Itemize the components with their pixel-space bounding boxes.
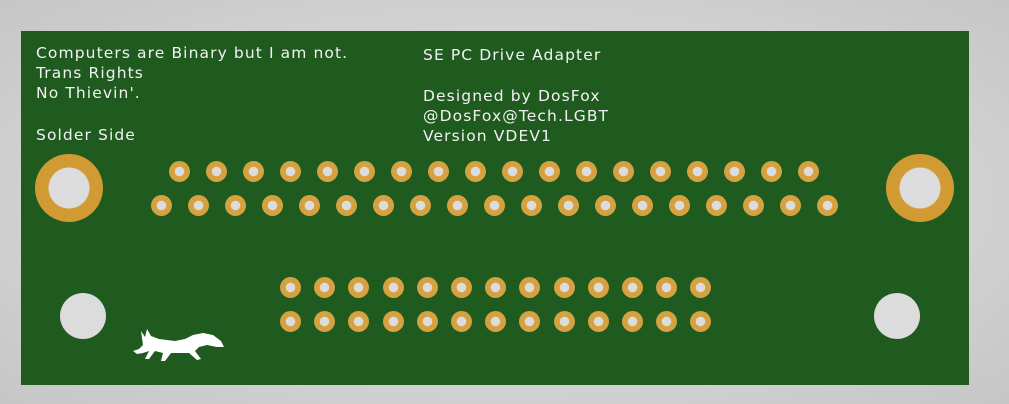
header-pin-pad [485, 311, 507, 332]
connector-pad [632, 195, 653, 216]
slogan-text: Computers are Binary but I am not. Trans… [36, 43, 348, 103]
fox-logo-icon [133, 329, 224, 361]
connector-pad [595, 195, 616, 216]
left-plated-mounting-hole [35, 154, 103, 222]
header-pin-pad [587, 311, 609, 332]
side-label: Solder Side [36, 126, 136, 144]
header-pin-pad [314, 311, 336, 332]
connector-pad [650, 161, 671, 182]
slogan-line-1: Computers are Binary but I am not. [36, 44, 349, 62]
header-pin-pad [348, 311, 370, 332]
header-pin-pad [519, 277, 541, 298]
connector-pad [428, 161, 449, 182]
connector-pad [465, 161, 486, 182]
board-title: SE PC Drive Adapter [423, 46, 602, 64]
connector-pad [724, 161, 745, 182]
header-pin-pad [690, 311, 712, 332]
header-pin-pad [587, 277, 609, 298]
left-mounting-hole [60, 293, 106, 339]
header-pin-pad [416, 277, 438, 298]
connector-pad [687, 161, 708, 182]
connector-pad [280, 161, 301, 182]
credits-line-1: Designed by DosFox [423, 87, 601, 105]
header-pin-pad [553, 311, 575, 332]
connector-pad [539, 161, 560, 182]
connector-pad [706, 195, 727, 216]
connector-pad [521, 195, 542, 216]
credits-text: Designed by DosFox @DosFox@Tech.LGBT Ver… [423, 86, 609, 146]
header-pin-pad [553, 277, 575, 298]
header-pin-pad [656, 311, 678, 332]
connector-pad [354, 161, 375, 182]
credits-line-2: @DosFox@Tech.LGBT [423, 107, 610, 125]
connector-pad [206, 161, 227, 182]
connector-pad [373, 195, 394, 216]
connector-pad [243, 161, 264, 182]
connector-pad [299, 195, 320, 216]
header-pin-pad [382, 311, 404, 332]
slogan-line-3: No Thievin'. [36, 84, 141, 102]
connector-pad [391, 161, 412, 182]
header-pin-pad [314, 277, 336, 298]
connector-pad [317, 161, 338, 182]
connector-pad [225, 195, 246, 216]
header-pin-pad [451, 277, 472, 298]
header-pin-pad [690, 277, 712, 298]
header-pin-pad [280, 311, 301, 332]
header-pin-pad [485, 277, 507, 298]
header-pin-pad [622, 277, 643, 298]
connector-pad [169, 161, 190, 182]
header-pin-pad [348, 277, 370, 298]
connector-pad [502, 161, 523, 182]
header-pin-pad [382, 277, 404, 298]
header-pin-pad [622, 311, 643, 332]
connector-pad [780, 195, 801, 216]
connector-pad [151, 195, 172, 216]
pcb-board: Computers are Binary but I am not. Trans… [21, 31, 969, 385]
right-plated-mounting-hole [886, 154, 954, 222]
connector-pad [798, 161, 819, 182]
connector-pad [761, 161, 782, 182]
connector-pad [447, 195, 468, 216]
connector-pad [558, 195, 579, 216]
connector-pad [336, 195, 357, 216]
header-pin-pad [519, 311, 541, 332]
connector-pad [484, 195, 505, 216]
slogan-line-2: Trans Rights [36, 64, 144, 82]
connector-pad [613, 161, 634, 182]
credits-line-3: Version VDEV1 [423, 127, 553, 145]
header-pin-pad [416, 311, 438, 332]
header-pin-pad [656, 277, 678, 298]
connector-pad [743, 195, 764, 216]
connector-pad [188, 195, 209, 216]
header-pin-pad [280, 277, 301, 298]
connector-pad [669, 195, 690, 216]
header-pin-pad [451, 311, 472, 332]
right-mounting-hole [874, 293, 920, 339]
connector-pad [817, 195, 838, 216]
connector-pad [576, 161, 597, 182]
connector-pad [262, 195, 283, 216]
connector-pad [410, 195, 431, 216]
